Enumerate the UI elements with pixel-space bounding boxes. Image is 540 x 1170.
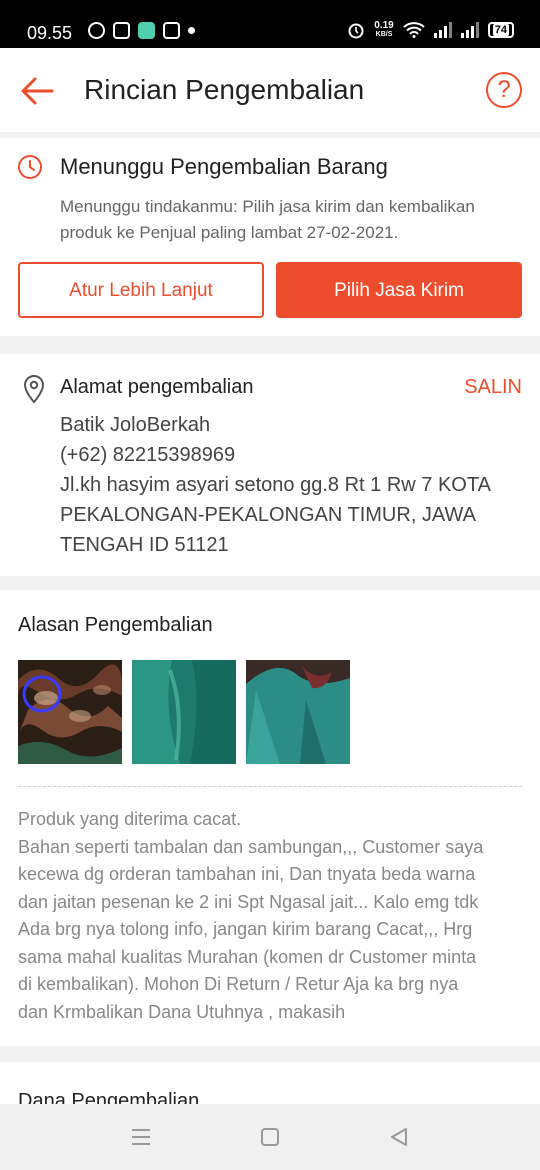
reason-title: Alasan Pengembalian	[18, 614, 213, 636]
status-right: 0.19 KB/S 74	[347, 21, 514, 39]
status-description: Menunggu tindakanmu: Pilih jasa kirim da…	[60, 197, 475, 242]
menu-icon[interactable]	[130, 1126, 152, 1148]
app-icon	[138, 22, 155, 39]
signal-icon	[460, 22, 479, 38]
recipient-phone: (+62) 82215398969	[60, 444, 236, 466]
address-details: Batik JoloBerkah (+62) 82215398969 Jl.kh…	[60, 410, 530, 560]
reason-line: dan Krmbalikan Dana Utuhnya , makasih	[18, 1001, 346, 1022]
status-time: 09.55	[27, 23, 73, 43]
green-dress-photo[interactable]	[246, 660, 350, 764]
wifi-icon	[403, 22, 425, 38]
address-label: Alamat pengembalian	[60, 376, 254, 398]
recipient-name: Batik JoloBerkah	[60, 414, 211, 436]
return-reason-card: Alasan Pengembalian Produk yang diterima…	[0, 590, 540, 1046]
divider	[18, 786, 522, 787]
reason-line: sama mahal kualitas Murahan (komen dr Cu…	[18, 946, 477, 967]
reason-line: Ada brg nya tolong info, jangan kirim ba…	[18, 919, 473, 939]
return-address-card: Alamat pengembalian SALIN Batik JoloBerk…	[0, 354, 540, 576]
speed-unit: KB/S	[375, 31, 393, 38]
reason-line: Bahan seperti tambalan dan sambungan,,, …	[18, 836, 484, 857]
notification-icons	[88, 22, 195, 39]
system-nav-bar	[0, 1104, 540, 1170]
arrow-left-icon[interactable]	[18, 72, 56, 110]
manage-more-button[interactable]: Atur Lebih Lanjut	[18, 262, 264, 318]
back-triangle-icon[interactable]	[388, 1126, 410, 1148]
clock-icon	[18, 155, 42, 179]
dot-icon	[188, 27, 195, 34]
alarm-icon	[348, 23, 364, 39]
choose-courier-button[interactable]: Pilih Jasa Kirim	[276, 262, 522, 318]
battery-level: 74	[492, 24, 509, 36]
question-circle-icon[interactable]: ?	[486, 72, 522, 108]
plus-circle-icon	[88, 22, 105, 39]
return-status-card: Menunggu Pengembalian Barang Menunggu ti…	[0, 138, 540, 336]
status-bar: 09.55 0.19 KB/S 74	[0, 0, 540, 48]
reason-text: Produk yang diterima cacat. Bahan sepert…	[18, 806, 518, 1026]
recipient-address: Jl.kh hasyim asyari setono gg.8 Rt 1 Rw …	[60, 474, 490, 556]
page-title: Rincian Pengembalian	[84, 74, 365, 105]
reason-line: kecewa dg orderan tambahan ini, Dan tnya…	[18, 864, 476, 884]
home-square-icon[interactable]	[259, 1126, 281, 1148]
network-speed: 0.19 KB/S	[374, 21, 393, 39]
reason-line: di kembalikan). Mohon Di Return / Retur …	[18, 974, 459, 994]
reason-line: Produk yang diterima cacat.	[18, 809, 242, 829]
image-icon	[163, 22, 180, 39]
location-pin-icon	[23, 374, 45, 404]
battery-icon: 74	[487, 22, 514, 38]
status-title: Menunggu Pengembalian Barang	[60, 154, 388, 179]
reason-line: dan jaitan pesenan ke 2 ini Spt Ngasal j…	[18, 891, 479, 912]
app-bar: Rincian Pengembalian ?	[0, 48, 540, 132]
copy-button[interactable]: SALIN	[464, 376, 522, 399]
green-satin-photo[interactable]	[132, 660, 236, 764]
signal-icon	[433, 22, 452, 38]
fabric-photo-defect[interactable]	[18, 660, 122, 764]
notification-icon	[113, 22, 130, 39]
